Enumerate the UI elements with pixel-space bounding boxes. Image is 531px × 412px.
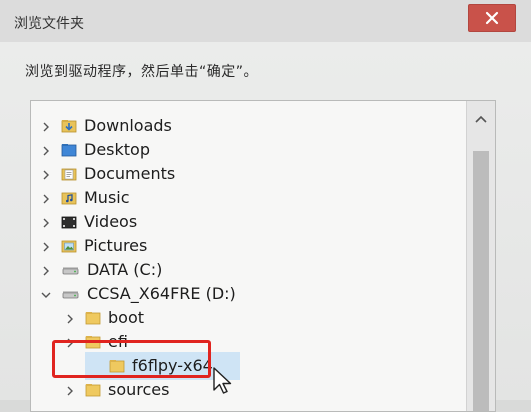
- tree-item-label: CCSA_X64FRE (D:): [87, 284, 236, 303]
- tree-item[interactable]: Music: [31, 186, 461, 210]
- tree-item[interactable]: DATA (C:): [31, 258, 461, 282]
- tree-item-label: DATA (C:): [87, 260, 163, 279]
- tree-item[interactable]: boot: [31, 306, 461, 330]
- chevron-right-icon[interactable]: [39, 215, 53, 229]
- tree-item[interactable]: sources: [31, 378, 461, 402]
- chevron-up-icon: [475, 115, 487, 123]
- tree-item-label: Music: [84, 188, 130, 207]
- videos-folder-icon: [61, 214, 77, 230]
- tree-item[interactable]: Pictures: [31, 234, 461, 258]
- desktop-folder-icon: [61, 142, 77, 158]
- vertical-scrollbar[interactable]: [466, 101, 495, 411]
- tree-item[interactable]: CCSA_X64FRE (D:): [31, 282, 461, 306]
- scroll-thumb[interactable]: [473, 151, 489, 411]
- pictures-folder-icon: [61, 238, 77, 254]
- chevron-right-icon[interactable]: [39, 167, 53, 181]
- tree-item-label: Pictures: [84, 236, 148, 255]
- folder-icon: [85, 382, 101, 398]
- tree-item-label: Downloads: [84, 116, 172, 135]
- mouse-cursor-icon: [213, 367, 232, 394]
- tree-item-label: Documents: [84, 164, 176, 183]
- scroll-up-button[interactable]: [467, 107, 495, 131]
- instruction-text: 浏览到驱动程序，然后单击“确定”。: [25, 64, 259, 80]
- tree-item[interactable]: Desktop: [31, 138, 461, 162]
- folder-icon: [85, 310, 101, 326]
- browse-folder-dialog: 浏览文件夹 浏览到驱动程序，然后单击“确定”。 Downloads Desktop…: [0, 0, 531, 412]
- chevron-right-icon[interactable]: [63, 311, 77, 325]
- chevron-right-icon[interactable]: [39, 263, 53, 277]
- dialog-title: 浏览文件夹: [14, 16, 84, 32]
- tree-item-label: sources: [108, 380, 170, 399]
- chevron-right-icon[interactable]: [39, 143, 53, 157]
- chevron-right-icon[interactable]: [39, 239, 53, 253]
- chevron-right-icon[interactable]: [63, 383, 77, 397]
- chevron-right-icon[interactable]: [39, 119, 53, 133]
- tree-item[interactable]: Videos: [31, 210, 461, 234]
- title-bar: 浏览文件夹: [0, 0, 531, 42]
- highlight-annotation: [52, 340, 211, 378]
- tree-item[interactable]: Downloads: [31, 114, 461, 138]
- tree-item-label: boot: [108, 308, 145, 327]
- tree-item-label: Desktop: [84, 140, 150, 159]
- tree-item[interactable]: Documents: [31, 162, 461, 186]
- chevron-down-icon[interactable]: [39, 287, 53, 301]
- chevron-right-icon[interactable]: [39, 191, 53, 205]
- downloads-folder-icon: [61, 118, 77, 134]
- tree-item-label: Videos: [84, 212, 138, 231]
- drive-icon: [61, 286, 79, 302]
- close-icon: [485, 11, 499, 25]
- documents-folder-icon: [61, 166, 77, 182]
- close-button[interactable]: [468, 4, 516, 32]
- music-folder-icon: [61, 190, 77, 206]
- drive-icon: [61, 262, 79, 278]
